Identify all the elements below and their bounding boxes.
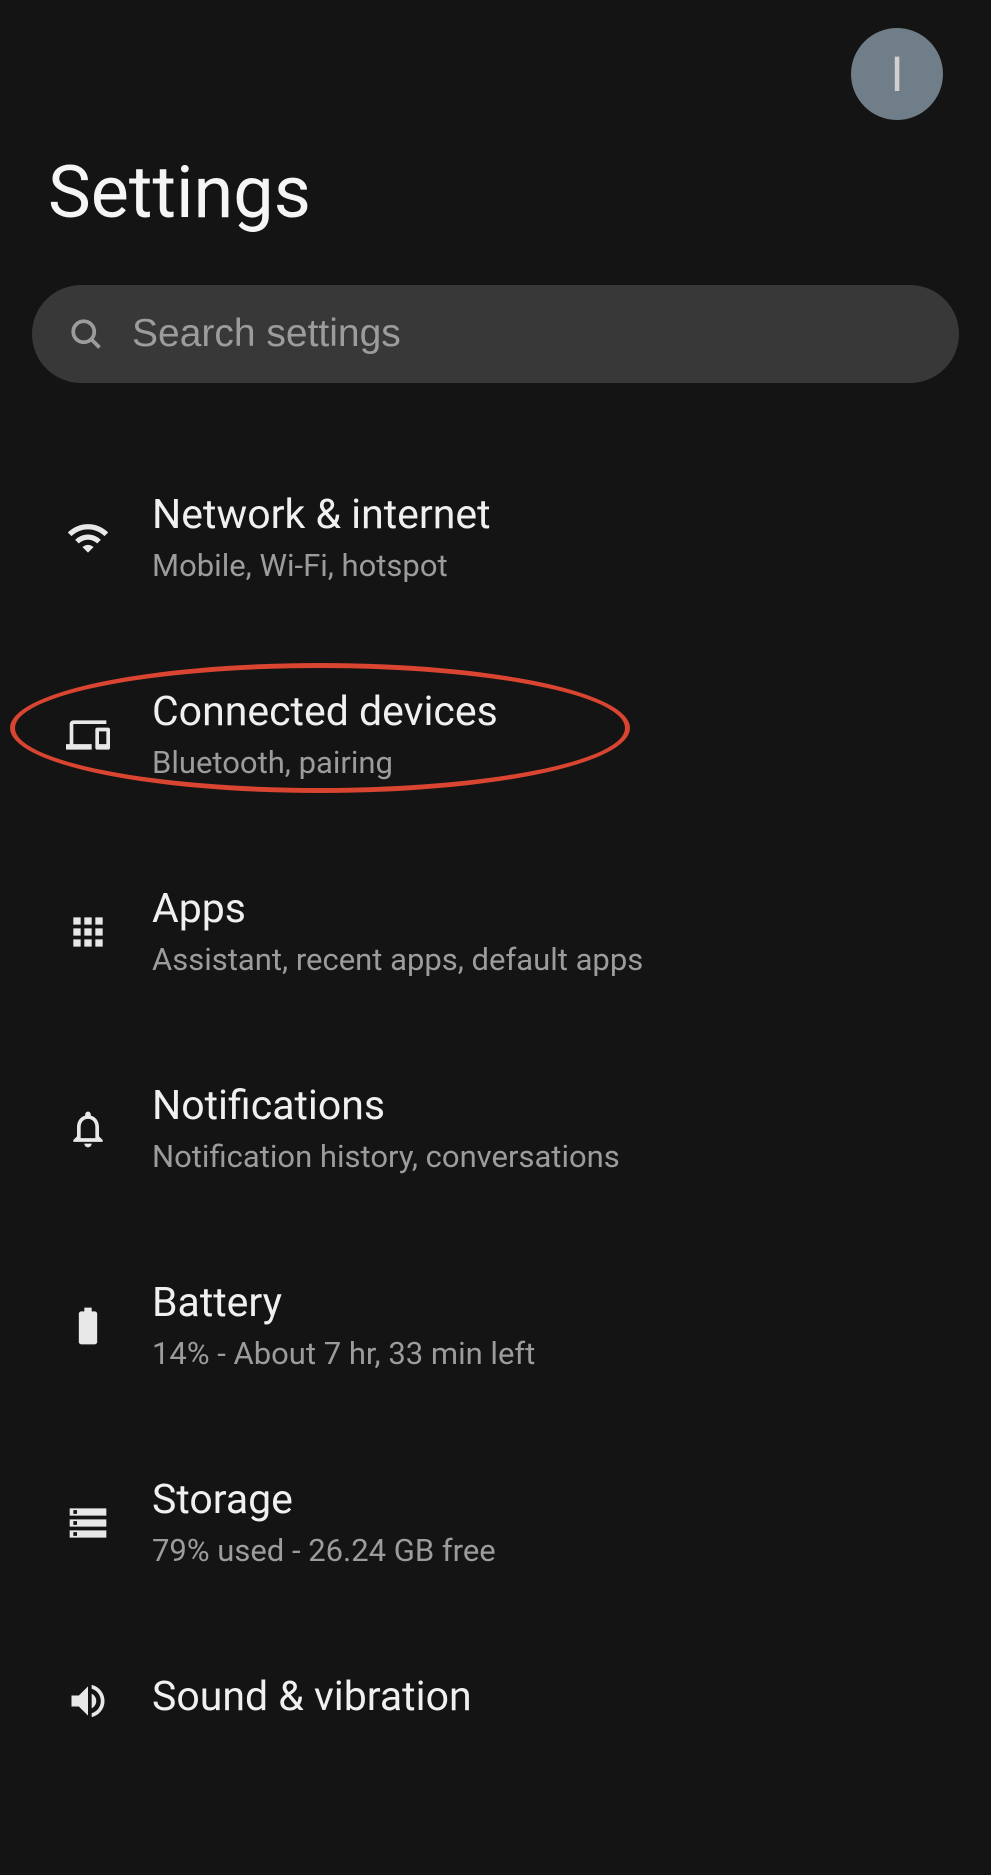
apps-icon bbox=[60, 904, 116, 960]
item-subtitle: Notification history, conversations bbox=[152, 1138, 620, 1175]
item-subtitle: 79% used - 26.24 GB free bbox=[152, 1532, 496, 1569]
item-title: Apps bbox=[152, 885, 643, 933]
settings-item-connected-devices[interactable]: Connected devices Bluetooth, pairing bbox=[0, 655, 991, 814]
avatar[interactable]: I bbox=[851, 28, 943, 120]
search-bar[interactable] bbox=[32, 285, 959, 383]
settings-item-network[interactable]: Network & internet Mobile, Wi-Fi, hotspo… bbox=[0, 458, 991, 617]
item-title: Notifications bbox=[152, 1082, 620, 1130]
settings-list: Network & internet Mobile, Wi-Fi, hotspo… bbox=[0, 383, 991, 1762]
settings-item-apps[interactable]: Apps Assistant, recent apps, default app… bbox=[0, 852, 991, 1011]
search-input[interactable] bbox=[132, 312, 923, 356]
item-title: Storage bbox=[152, 1476, 496, 1524]
bell-icon bbox=[60, 1101, 116, 1157]
wifi-icon bbox=[60, 510, 116, 566]
settings-item-storage[interactable]: Storage 79% used - 26.24 GB free bbox=[0, 1443, 991, 1602]
item-title: Network & internet bbox=[152, 491, 491, 539]
search-icon bbox=[68, 316, 104, 352]
item-title: Battery bbox=[152, 1279, 535, 1327]
settings-item-sound[interactable]: Sound & vibration bbox=[0, 1640, 991, 1762]
battery-icon bbox=[60, 1298, 116, 1354]
devices-icon bbox=[60, 707, 116, 763]
settings-item-notifications[interactable]: Notifications Notification history, conv… bbox=[0, 1049, 991, 1208]
item-title: Sound & vibration bbox=[152, 1673, 472, 1721]
item-title: Connected devices bbox=[152, 688, 498, 736]
item-subtitle: Bluetooth, pairing bbox=[152, 744, 498, 781]
settings-item-battery[interactable]: Battery 14% - About 7 hr, 33 min left bbox=[0, 1246, 991, 1405]
sound-icon bbox=[60, 1673, 116, 1729]
item-subtitle: Assistant, recent apps, default apps bbox=[152, 941, 643, 978]
item-subtitle: 14% - About 7 hr, 33 min left bbox=[152, 1335, 535, 1372]
storage-icon bbox=[60, 1495, 116, 1551]
item-subtitle: Mobile, Wi-Fi, hotspot bbox=[152, 547, 491, 584]
page-title: Settings bbox=[0, 120, 991, 285]
